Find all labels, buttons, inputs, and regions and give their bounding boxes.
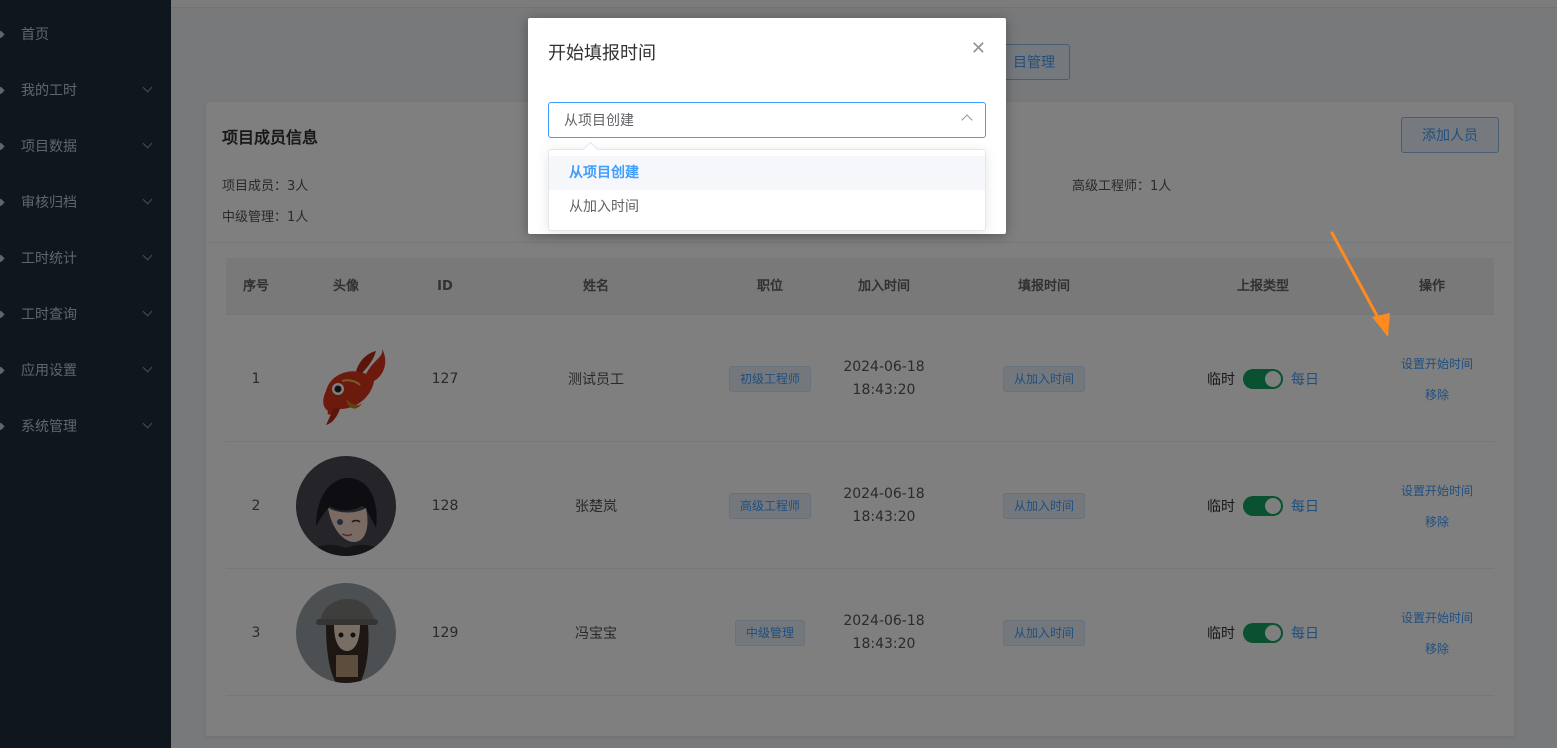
dialog-title: 开始填报时间 — [548, 43, 656, 64]
chevron-up-icon — [961, 114, 973, 126]
select-dropdown: 从项目创建 从加入时间 — [548, 149, 986, 231]
close-icon[interactable]: ✕ — [971, 40, 986, 58]
select-value: 从项目创建 — [564, 113, 634, 129]
option-from-project-creation[interactable]: 从项目创建 — [549, 156, 985, 190]
annotation-arrow-icon — [1330, 231, 1390, 337]
option-from-join-time[interactable]: 从加入时间 — [549, 190, 985, 224]
start-time-select[interactable]: 从项目创建 — [548, 102, 986, 138]
